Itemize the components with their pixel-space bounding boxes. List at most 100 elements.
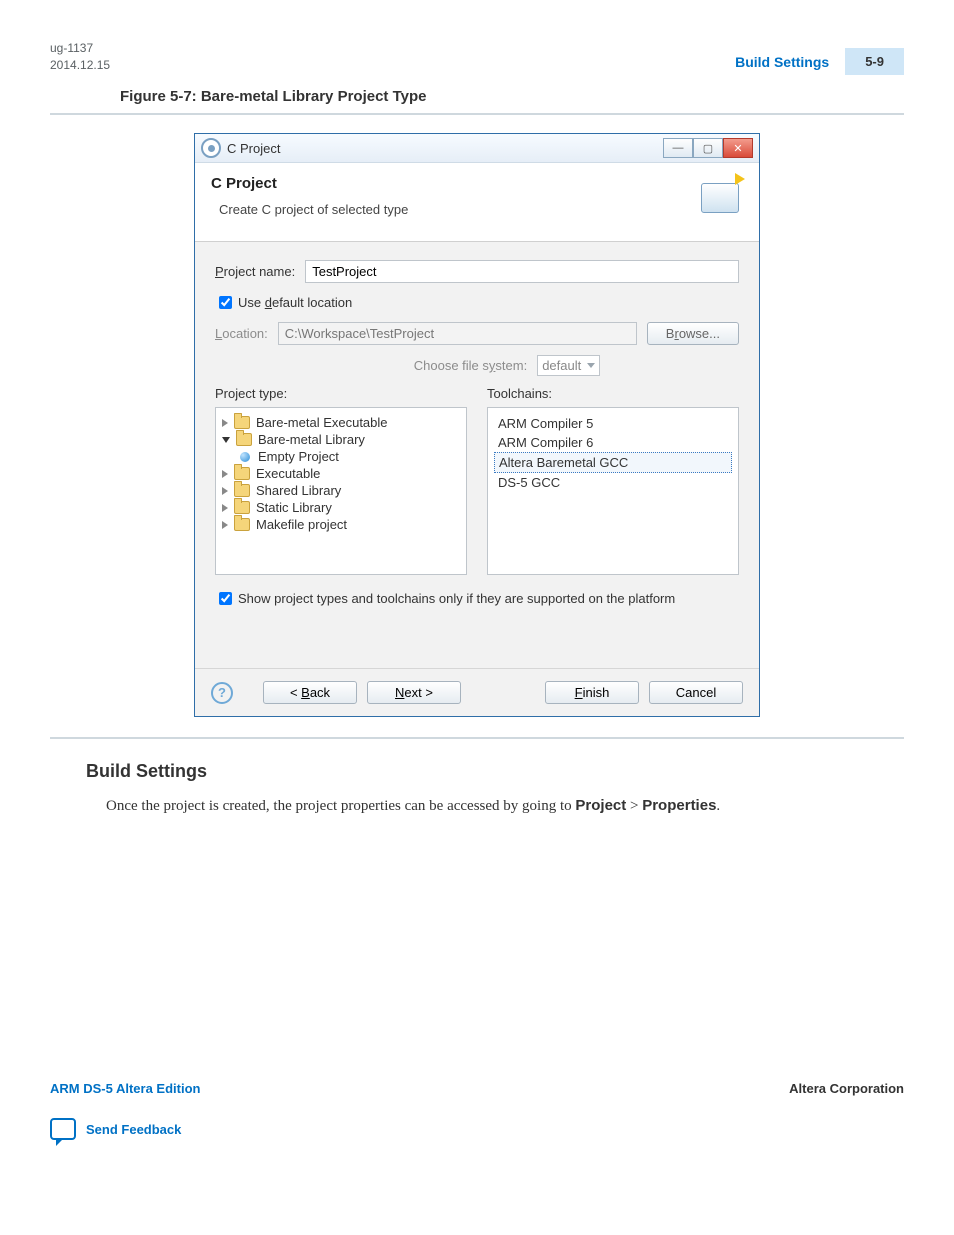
project-type-label: Project type: bbox=[215, 386, 467, 401]
body-post: . bbox=[716, 798, 720, 814]
tree-label: Executable bbox=[256, 466, 320, 481]
tree-label: Bare-metal Library bbox=[258, 432, 365, 447]
page: ug-1137 2014.12.15 Build Settings 5-9 Fi… bbox=[0, 0, 954, 1180]
header-section-link[interactable]: Build Settings bbox=[735, 54, 829, 70]
location-label: Location: bbox=[215, 326, 268, 341]
banner-subtitle: Create C project of selected type bbox=[219, 202, 695, 217]
folder-icon bbox=[236, 433, 252, 446]
back-button[interactable]: < Back bbox=[263, 681, 357, 704]
filter-row: Show project types and toolchains only i… bbox=[215, 589, 739, 608]
folder-icon bbox=[234, 518, 250, 531]
figure-caption: Figure 5-7: Bare-metal Library Project T… bbox=[120, 88, 904, 105]
send-feedback-link[interactable]: Send Feedback bbox=[86, 1122, 181, 1137]
body-pre: Once the project is created, the project… bbox=[106, 798, 575, 814]
section-body: Once the project is created, the project… bbox=[106, 797, 904, 815]
divider bbox=[50, 737, 904, 739]
close-button[interactable]: ✕ bbox=[723, 138, 753, 158]
doc-meta: ug-1137 2014.12.15 bbox=[50, 40, 110, 74]
maximize-button[interactable]: ▢ bbox=[693, 138, 723, 158]
tree-label: Makefile project bbox=[256, 517, 347, 532]
browse-button[interactable]: Browse... bbox=[647, 322, 739, 345]
tree-label: Bare-metal Executable bbox=[256, 415, 388, 430]
page-number: 5-9 bbox=[845, 48, 904, 75]
help-icon[interactable]: ? bbox=[211, 682, 233, 704]
location-input bbox=[278, 322, 637, 345]
filesystem-row: Choose file system: default bbox=[275, 355, 739, 376]
footer-company: Altera Corporation bbox=[789, 1081, 904, 1096]
use-default-label: Use default location bbox=[238, 295, 352, 310]
folder-icon bbox=[234, 484, 250, 497]
footer-top-row: ARM DS-5 Altera Edition Altera Corporati… bbox=[50, 1081, 904, 1096]
lists-area: Project type: Bare-metal Executable Bare… bbox=[215, 386, 739, 575]
arrow-icon bbox=[735, 173, 745, 185]
tree-makefile-project[interactable]: Makefile project bbox=[222, 516, 460, 533]
expand-icon bbox=[222, 419, 228, 427]
folder-icon bbox=[234, 467, 250, 480]
feedback-row: Send Feedback bbox=[50, 1118, 904, 1140]
tree-label: Shared Library bbox=[256, 483, 341, 498]
divider bbox=[50, 113, 904, 115]
monitor-icon bbox=[701, 183, 739, 213]
toolchain-arm6[interactable]: ARM Compiler 6 bbox=[494, 433, 732, 452]
footer-product-link[interactable]: ARM DS-5 Altera Edition bbox=[50, 1081, 200, 1096]
tree-shared-library[interactable]: Shared Library bbox=[222, 482, 460, 499]
tree-static-library[interactable]: Static Library bbox=[222, 499, 460, 516]
toolchain-arm5[interactable]: ARM Compiler 5 bbox=[494, 414, 732, 433]
project-name-input[interactable] bbox=[305, 260, 739, 283]
use-default-row: Use default location bbox=[215, 293, 739, 312]
toolchains-label: Toolchains: bbox=[487, 386, 739, 401]
toolchain-altera[interactable]: Altera Baremetal GCC bbox=[494, 452, 732, 473]
tree-bare-metal-library[interactable]: Bare-metal Library bbox=[222, 431, 460, 448]
toolchain-ds5[interactable]: DS-5 GCC bbox=[494, 473, 732, 492]
banner-text: C Project Create C project of selected t… bbox=[211, 175, 695, 217]
window-icon bbox=[201, 138, 221, 158]
folder-icon bbox=[234, 501, 250, 514]
toolchains-column: Toolchains: ARM Compiler 5 ARM Compiler … bbox=[487, 386, 739, 575]
expand-icon bbox=[222, 504, 228, 512]
folder-icon bbox=[234, 416, 250, 429]
use-default-checkbox[interactable] bbox=[219, 296, 232, 309]
banner-title: C Project bbox=[211, 175, 695, 192]
project-name-row: Project name: bbox=[215, 260, 739, 283]
location-row: Location: Browse... bbox=[215, 322, 739, 345]
dialog-title: C Project bbox=[227, 141, 663, 156]
filesystem-select: default bbox=[537, 355, 600, 376]
collapse-icon bbox=[222, 437, 230, 443]
next-button[interactable]: Next > bbox=[367, 681, 461, 704]
toolchains-list[interactable]: ARM Compiler 5 ARM Compiler 6 Altera Bar… bbox=[487, 407, 739, 575]
expand-icon bbox=[222, 521, 228, 529]
tree-empty-project[interactable]: Empty Project bbox=[222, 448, 460, 465]
filesystem-value: default bbox=[542, 358, 581, 373]
project-type-column: Project type: Bare-metal Executable Bare… bbox=[215, 386, 467, 575]
minimize-button[interactable]: — bbox=[663, 138, 693, 158]
dialog-button-bar: ? < Back Next > Finish Cancel bbox=[195, 668, 759, 716]
tree-executable[interactable]: Executable bbox=[222, 465, 460, 482]
tree-label: Static Library bbox=[256, 500, 332, 515]
filesystem-label: Choose file system: bbox=[414, 358, 527, 373]
dialog-form: Project name: Use default location Locat… bbox=[195, 242, 759, 668]
c-project-dialog: C Project — ▢ ✕ C Project Create C proje… bbox=[194, 133, 760, 717]
dialog-titlebar: C Project — ▢ ✕ bbox=[195, 134, 759, 163]
dialog-banner: C Project Create C project of selected t… bbox=[195, 163, 759, 242]
filter-checkbox[interactable] bbox=[219, 592, 232, 605]
project-type-tree[interactable]: Bare-metal Executable Bare-metal Library… bbox=[215, 407, 467, 575]
chevron-down-icon bbox=[587, 363, 595, 368]
body-bold-properties: Properties bbox=[642, 797, 716, 814]
window-controls: — ▢ ✕ bbox=[663, 138, 753, 158]
page-footer: ARM DS-5 Altera Edition Altera Corporati… bbox=[50, 1081, 904, 1140]
tree-label: Empty Project bbox=[258, 449, 339, 464]
finish-button[interactable]: Finish bbox=[545, 681, 639, 704]
tree-bare-metal-executable[interactable]: Bare-metal Executable bbox=[222, 414, 460, 431]
project-node-icon bbox=[240, 452, 250, 462]
expand-icon bbox=[222, 470, 228, 478]
filter-label: Show project types and toolchains only i… bbox=[238, 591, 675, 606]
body-bold-project: Project bbox=[575, 797, 626, 814]
doc-id: ug-1137 bbox=[50, 40, 110, 57]
project-name-label: Project name: bbox=[215, 264, 295, 279]
body-gt: > bbox=[626, 798, 642, 814]
section-heading: Build Settings bbox=[86, 761, 904, 782]
header-right: Build Settings 5-9 bbox=[735, 48, 904, 75]
banner-icon bbox=[695, 177, 743, 225]
cancel-button[interactable]: Cancel bbox=[649, 681, 743, 704]
feedback-icon bbox=[50, 1118, 76, 1140]
